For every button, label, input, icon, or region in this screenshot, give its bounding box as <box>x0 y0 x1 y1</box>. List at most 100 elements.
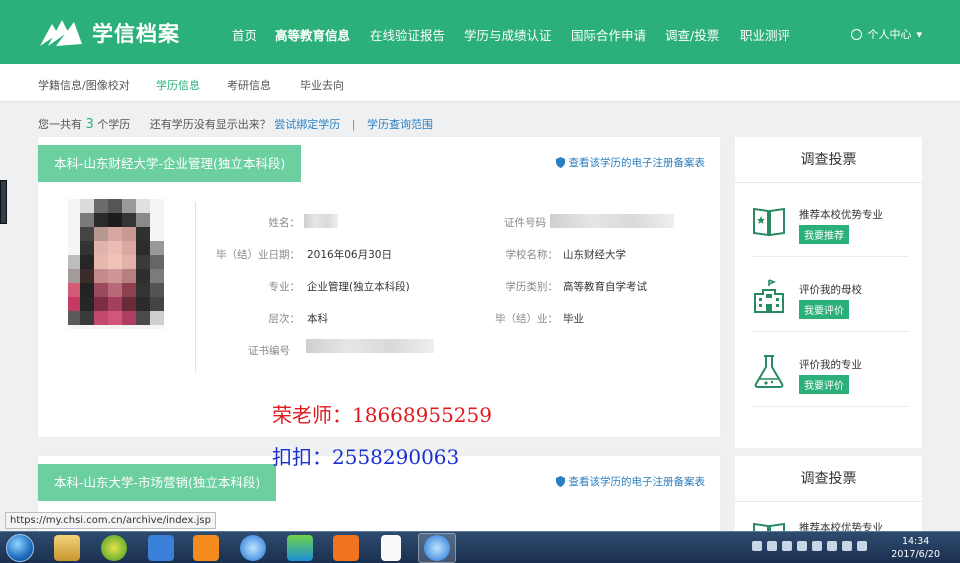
survey-item-text: 评价我的专业 <box>799 359 862 371</box>
degree-summary: 您一共有 3 个学历 还有学历没有显示出来？ 尝试绑定学历 | 学历查询范围 <box>38 116 433 132</box>
start-button[interactable] <box>6 534 34 562</box>
grad-date-value: 2016年06月30日 <box>307 249 392 261</box>
degree-record-card: 本科-山东财经大学-企业管理(独立本科段) 查看该学历的电子注册备案表 姓名： … <box>38 137 720 437</box>
degree-count: 3 <box>85 117 94 132</box>
video-player-icon[interactable] <box>287 535 313 561</box>
active-task[interactable] <box>418 533 456 563</box>
nav-higher-education[interactable]: 高等教育信息 <box>275 25 350 44</box>
survey-item-rate-school: 评价我的母校 我要评价 <box>751 264 909 332</box>
survey-item-text: 推荐本校优势专业 <box>799 209 883 221</box>
shield-icon <box>555 157 565 168</box>
site-logo[interactable]: 学信档案 <box>38 18 180 48</box>
clock-date: 2017/6/20 <box>891 549 940 560</box>
window-edge-widget <box>0 180 7 224</box>
nav-career-test[interactable]: 职业测评 <box>740 25 790 44</box>
ie-browser-icon <box>424 535 450 561</box>
user-center-label: 个人中心 <box>867 28 912 41</box>
nav-international[interactable]: 国际合作申请 <box>571 25 646 44</box>
overlay-contact-phone: 荣老师：18668955259 <box>272 403 492 427</box>
info-divider <box>195 202 196 372</box>
volume-icon[interactable] <box>857 541 867 551</box>
ie-browser-icon[interactable] <box>240 535 266 561</box>
major-label: 专业： <box>268 281 301 293</box>
shopping-cart-icon[interactable] <box>193 535 219 561</box>
user-center-menu[interactable]: 个人中心 ▾ <box>851 26 922 42</box>
grad-status-label: 毕（结）业： <box>495 313 558 325</box>
edu-type-value: 高等教育自学考试 <box>563 281 647 293</box>
caret-down-icon: ▾ <box>916 27 922 41</box>
file-explorer-icon[interactable] <box>54 535 80 561</box>
id-no-label: 证件号码 <box>504 217 546 229</box>
nav-home[interactable]: 首页 <box>232 25 257 44</box>
survey-title: 调查投票 <box>735 456 922 502</box>
school-building-icon <box>754 279 784 313</box>
bind-degree-link[interactable]: 尝试绑定学历 <box>274 118 340 131</box>
recommend-button[interactable]: 我要推荐 <box>799 225 849 244</box>
subnav-degree-info[interactable]: 学历信息 <box>156 77 200 93</box>
usb-icon[interactable] <box>797 541 807 551</box>
logo-book-icon <box>40 20 82 46</box>
survey-panel: 调查投票 推荐本校优势专业 <box>735 456 922 552</box>
survey-panel: 调查投票 推荐本校优势专业 我要推荐 评价我的母校 我要评价 评价我的专业 我要… <box>735 137 922 448</box>
nav-survey-vote[interactable]: 调查/投票 <box>665 25 719 44</box>
grad-date-label: 毕（结）业日期： <box>216 249 300 261</box>
edu-type-label: 学历类别： <box>505 281 559 293</box>
survey-title: 调查投票 <box>735 137 922 183</box>
overlay-contact-qq: 扣扣：2558290063 <box>272 445 460 469</box>
subnav-postgrad-exam[interactable]: 考研信息 <box>227 77 271 93</box>
keyboard-icon[interactable] <box>752 541 762 551</box>
survey-item-recommend-major: 推荐本校优势专业 我要推荐 <box>751 189 909 257</box>
status-url-tooltip: https://my.chsi.com.cn/archive/index.jsp <box>5 512 216 529</box>
name-label: 姓名： <box>268 217 301 229</box>
view-registration-text: 查看该学历的电子注册备案表 <box>568 476 706 488</box>
rate-major-button[interactable]: 我要评价 <box>799 375 849 394</box>
shield-icon <box>555 476 565 487</box>
shield-icon[interactable] <box>812 541 822 551</box>
query-scope-link[interactable]: 学历查询范围 <box>367 118 433 131</box>
network-icon[interactable] <box>827 541 837 551</box>
rate-school-button[interactable]: 我要评价 <box>799 300 849 319</box>
windows-taskbar: 14:34 2017/6/20 <box>0 531 960 563</box>
student-photo <box>68 199 164 329</box>
user-icon <box>851 28 863 40</box>
logo-text: 学信档案 <box>92 22 180 46</box>
view-registration-link[interactable]: 查看该学历的电子注册备案表 <box>555 474 706 489</box>
summary-separator: | <box>351 118 356 131</box>
view-registration-link[interactable]: 查看该学历的电子注册备案表 <box>555 155 706 170</box>
flag-icon[interactable] <box>782 541 792 551</box>
school-value: 山东财经大学 <box>563 249 626 261</box>
nav-degree-certification[interactable]: 学历与成绩认证 <box>464 25 552 44</box>
tray-arrow-icon[interactable] <box>767 541 777 551</box>
baidu-app-icon[interactable] <box>148 535 174 561</box>
level-value: 本科 <box>307 313 328 325</box>
antivirus-icon[interactable] <box>842 541 852 551</box>
subnav-enrollment-info[interactable]: 学籍信息/图像校对 <box>38 77 130 93</box>
sub-nav: 学籍信息/图像校对 学历信息 考研信息 毕业去向 <box>0 64 960 102</box>
system-clock[interactable]: 14:34 2017/6/20 <box>891 535 940 561</box>
summary-suffix: 个学历 <box>97 118 131 131</box>
clock-time: 14:34 <box>901 536 930 547</box>
subnav-graduation-destination[interactable]: 毕业去向 <box>300 77 344 93</box>
summary-prefix: 您一共有 <box>38 118 82 131</box>
name-value-redacted <box>304 214 338 228</box>
school-label: 学校名称： <box>505 249 559 261</box>
summary-question: 还有学历没有显示出来？ <box>149 118 271 131</box>
id-no-value-redacted <box>550 214 674 228</box>
book-star-icon <box>753 207 785 237</box>
top-nav: 学信档案 首页 高等教育信息 在线验证报告 学历与成绩认证 国际合作申请 调查/… <box>0 0 960 64</box>
major-value: 企业管理(独立本科段) <box>307 281 410 293</box>
flask-icon <box>754 355 784 388</box>
survey-item-rate-major: 评价我的专业 我要评价 <box>751 339 909 407</box>
view-registration-text: 查看该学历的电子注册备案表 <box>568 157 706 169</box>
taobao-icon[interactable] <box>333 535 359 561</box>
degree-tag: 本科-山东财经大学-企业管理(独立本科段) <box>38 145 302 182</box>
document-icon[interactable] <box>381 535 401 561</box>
cert-no-label: 证书编号 <box>248 345 290 357</box>
cert-no-value-redacted <box>306 339 434 353</box>
grad-status-value: 毕业 <box>563 313 584 325</box>
level-label: 层次： <box>268 313 301 325</box>
media-player-icon[interactable] <box>101 535 127 561</box>
survey-item-text: 评价我的母校 <box>799 284 862 296</box>
degree-tag: 本科-山东大学-市场营销(独立本科段) <box>38 464 277 501</box>
nav-online-verification[interactable]: 在线验证报告 <box>370 25 445 44</box>
